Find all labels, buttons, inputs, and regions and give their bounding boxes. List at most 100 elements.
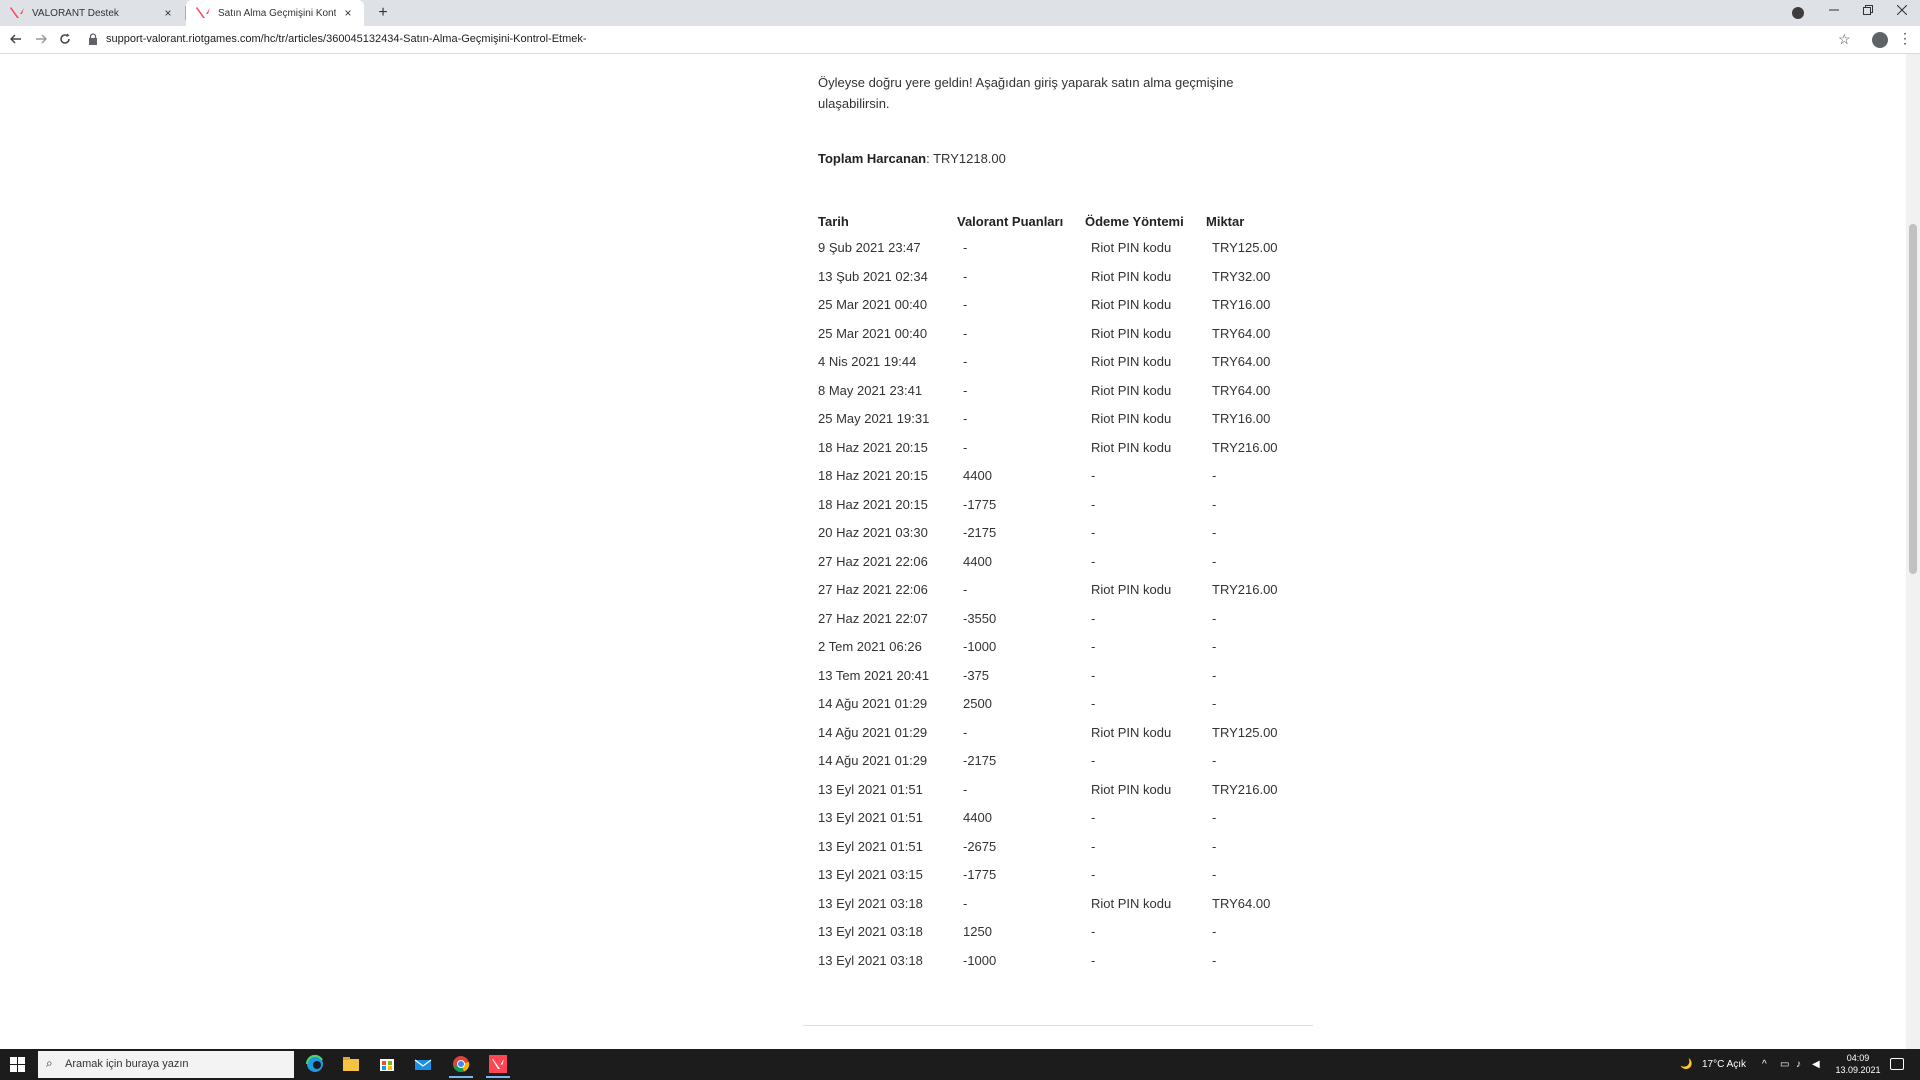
chrome-profile-icon[interactable] [1792,7,1804,19]
cell-valorant-points: 4400 [963,553,992,569]
reload-icon[interactable] [55,30,75,50]
cell-payment-method: - [1091,952,1096,968]
bookmark-star-icon[interactable]: ☆ [1838,31,1851,48]
store-icon[interactable] [372,1051,402,1078]
cell-valorant-points: - [963,724,968,740]
table-row: 14 Ağu 2021 01:29 -2175 - - [818,753,1318,773]
table-row: 13 Eyl 2021 01:51 -2675 - - [818,839,1318,859]
cell-date: 18 Haz 2021 20:15 [818,439,928,455]
account-icon[interactable] [1872,32,1888,48]
table-row: 18 Haz 2021 20:15 4400 - - [818,468,1318,488]
cell-payment-method: Riot PIN kodu [1091,724,1172,740]
cell-payment-method: - [1091,753,1096,768]
cell-date: 27 Haz 2021 22:06 [818,553,928,569]
chevron-up-icon[interactable]: ^ [1762,1049,1767,1080]
cell-valorant-points: - [963,354,968,369]
table-row: 18 Haz 2021 20:15 -1775 - - [818,497,1318,517]
browser-toolbar: support-valorant.riotgames.com/hc/tr/art… [0,26,1920,54]
menu-dots-icon[interactable]: ⋮ [1898,30,1912,47]
table-row: 25 Mar 2021 00:40 - Riot PIN kodu TRY16.00 [818,297,1318,317]
cell-payment-method: - [1091,667,1096,683]
table-row: 8 May 2021 23:41 - Riot PIN kodu TRY64.00 [818,383,1318,403]
cell-valorant-points: - [963,582,968,597]
tab-strip: VALORANT Destek × Satın Alma Geçmişini K… [0,0,1920,26]
lock-icon[interactable] [88,33,98,45]
tab-title: Satın Alma Geçmişini Kontrol Etmek [218,7,336,19]
cell-payment-method: Riot PIN kodu [1091,781,1172,797]
table-row: 13 Eyl 2021 03:15 -1775 - - [818,867,1318,887]
cell-amount: - [1212,468,1217,483]
volume-icon[interactable]: ◀ [1812,1049,1820,1080]
tab-close-icon[interactable]: × [342,6,354,20]
taskbar-search-placeholder: Aramak için buraya yazın [65,1058,189,1070]
cell-payment-method: - [1091,838,1096,854]
tab-purchase-history[interactable]: Satın Alma Geçmişini Kontrol Etmek × [186,0,364,26]
valorant-logo-icon [10,7,24,18]
tab-close-icon[interactable]: × [162,6,174,20]
cell-date: 14 Ağu 2021 01:29 [818,753,928,768]
cell-payment-method: - [1091,810,1096,825]
cell-valorant-points: -1000 [963,952,997,968]
notification-icon[interactable] [1890,1058,1904,1070]
cell-payment-method: Riot PIN kodu [1091,382,1172,398]
minimize-icon[interactable] [1817,0,1851,24]
cell-amount: TRY64.00 [1212,325,1271,341]
tab-valorant-destek[interactable]: VALORANT Destek × [0,0,184,26]
cell-valorant-points: 1250 [963,924,992,939]
cell-valorant-points: - [963,439,968,455]
cell-valorant-points: -1000 [963,639,997,654]
cell-amount: - [1212,610,1217,626]
weather-icon[interactable]: 🌙 [1680,1049,1692,1080]
network-icon[interactable]: ▭ [1780,1049,1789,1080]
forward-arrow-icon[interactable] [31,30,51,50]
cell-date: 25 Mar 2021 00:40 [818,297,928,312]
cell-date: 9 Şub 2021 23:47 [818,240,921,255]
cell-amount: - [1212,810,1217,825]
cell-valorant-points: 4400 [963,810,992,825]
valorant-logo-icon [196,7,210,18]
content-divider [803,1025,1313,1026]
new-tab-button[interactable]: + [372,2,394,24]
cell-amount: - [1212,924,1217,939]
restore-icon[interactable] [1851,0,1885,24]
scrollbar-thumb[interactable] [1909,224,1917,574]
system-clock[interactable]: 04:09 13.09.2021 [1828,1052,1888,1076]
cell-amount: TRY32.00 [1212,268,1271,284]
cell-date: 2 Tem 2021 06:26 [818,639,922,654]
address-bar[interactable]: support-valorant.riotgames.com/hc/tr/art… [106,33,587,45]
table-row: 4 Nis 2021 19:44 - Riot PIN kodu TRY64.00 [818,354,1318,374]
cell-valorant-points: -1775 [963,496,997,512]
table-row: 13 Eyl 2021 01:51 - Riot PIN kodu TRY216.00 [818,782,1318,802]
back-arrow-icon[interactable] [6,30,26,50]
table-header: Tarih Valorant Puanları Ödeme Yöntemi Mi… [818,214,1318,232]
valorant-icon[interactable] [483,1051,513,1078]
cell-payment-method: - [1091,696,1096,711]
cell-amount: TRY16.00 [1212,297,1271,312]
cell-date: 18 Haz 2021 20:15 [818,496,928,512]
close-window-icon[interactable] [1885,0,1919,24]
cell-amount: - [1212,496,1217,512]
cell-amount: TRY125.00 [1212,240,1278,255]
cell-valorant-points: - [963,382,968,398]
file-explorer-icon[interactable] [336,1051,366,1078]
table-row: 13 Tem 2021 20:41 -375 - - [818,668,1318,688]
cell-amount: TRY125.00 [1212,724,1278,740]
clock-date: 13.09.2021 [1835,1065,1881,1075]
search-icon: ⌕ [46,1056,53,1070]
edge-icon[interactable] [300,1051,330,1078]
cell-date: 4 Nis 2021 19:44 [818,354,917,369]
windows-start-icon[interactable] [10,1057,25,1072]
chrome-icon[interactable] [446,1051,476,1078]
cell-date: 13 Eyl 2021 01:51 [818,810,923,825]
cell-amount: - [1212,696,1217,711]
cell-amount: - [1212,952,1217,968]
table-row: 2 Tem 2021 06:26 -1000 - - [818,639,1318,659]
microphone-icon[interactable]: ♪ [1796,1049,1801,1080]
cell-valorant-points: - [963,325,968,341]
weather-text[interactable]: 17°C Açık [1702,1049,1746,1080]
taskbar-search[interactable]: ⌕ Aramak için buraya yazın [38,1051,294,1078]
mail-icon[interactable] [408,1051,438,1078]
cell-payment-method: Riot PIN kodu [1091,268,1172,284]
header-amount: Miktar [1206,214,1245,229]
cell-valorant-points: - [963,411,968,426]
